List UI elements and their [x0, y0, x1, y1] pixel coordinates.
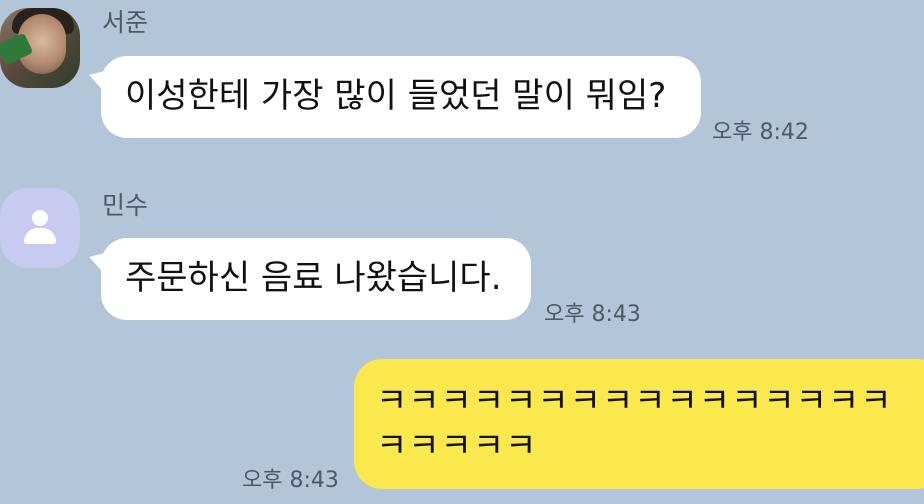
- message-time: 오후 8:43: [544, 302, 641, 327]
- message-text: 주문하신 음료 나왔습니다.: [125, 258, 502, 298]
- message-time: 오후 8:42: [712, 120, 809, 145]
- message-time: 오후 8:43: [242, 468, 339, 493]
- default-person-icon[interactable]: [0, 188, 80, 268]
- my-message-bubble[interactable]: ㅋㅋㅋㅋㅋㅋㅋㅋㅋㅋㅋㅋㅋㅋㅋㅋㅋㅋㅋㅋㅋ: [354, 359, 924, 489]
- message-text: 이성한테 가장 많이 들었던 말이 뭐임?: [125, 76, 667, 116]
- message-text: ㅋㅋㅋㅋㅋㅋㅋㅋㅋㅋㅋㅋㅋㅋㅋㅋㅋㅋㅋㅋㅋ: [376, 381, 893, 466]
- message-bubble[interactable]: 이성한테 가장 많이 들었던 말이 뭐임?: [101, 56, 701, 138]
- sender-name: 서준: [102, 8, 149, 37]
- message-bubble[interactable]: 주문하신 음료 나왔습니다.: [101, 238, 531, 320]
- chat-room: 서준 이성한테 가장 많이 들었던 말이 뭐임? 오후 8:42 민수 주문하신…: [0, 0, 924, 504]
- sender-name: 민수: [102, 191, 149, 220]
- sender-avatar[interactable]: [0, 8, 80, 88]
